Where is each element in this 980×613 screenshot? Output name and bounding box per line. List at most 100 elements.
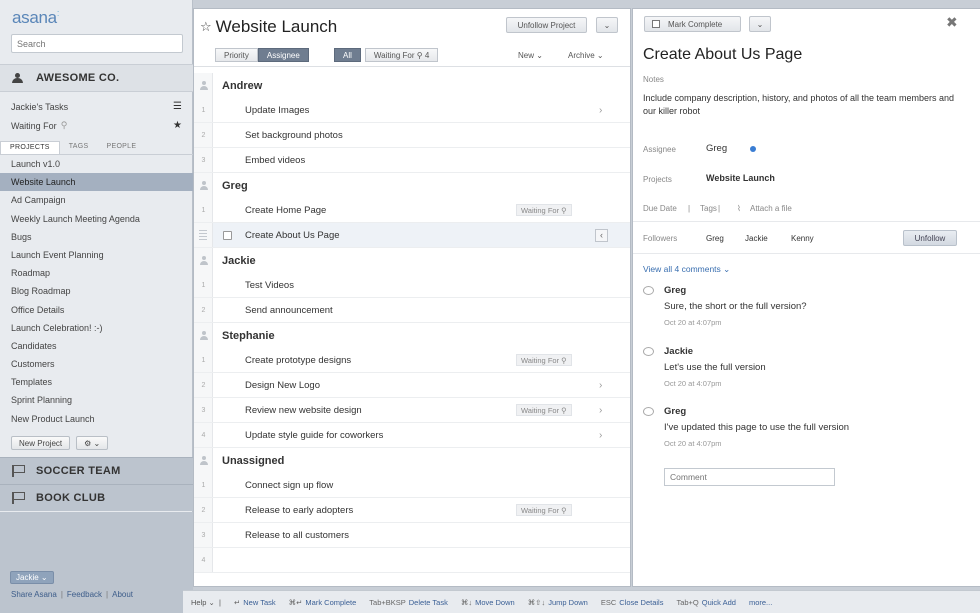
task-name[interactable]: Set background photos [245,130,343,141]
shortcut-quick-add[interactable]: Tab+Q Quick Add [676,598,736,607]
new-menu[interactable]: New ⌄ [518,48,543,62]
task-row[interactable]: 1 Create prototype designs Waiting For ⚲ [194,348,630,373]
waiting-for-badge[interactable]: Waiting For ⚲ [516,404,572,416]
task-name[interactable]: Design New Logo [245,380,320,391]
task-row[interactable]: 4 Update style guide for coworkers › [194,423,630,448]
task-row-empty[interactable]: 4 [194,548,630,573]
task-row[interactable]: 2 Set background photos [194,123,630,148]
details-menu-button[interactable]: ⌄ [749,16,771,32]
drag-handle-icon[interactable] [199,230,207,240]
sidebar-project[interactable]: Customers [0,355,193,373]
sort-assignee-button[interactable]: Assignee [257,48,309,62]
waiting-for-badge[interactable]: Waiting For ⚲ [516,204,572,216]
task-row-selected[interactable]: Create About Us Page ‹ [194,223,630,248]
sidebar-project[interactable]: Sprint Planning [0,391,193,409]
tags-field[interactable]: Tags [700,204,717,213]
workspace-header[interactable]: AWESOME CO. [0,64,193,92]
sidebar-project[interactable]: Ad Campaign [0,191,193,209]
new-project-button[interactable]: New Project [11,436,71,450]
shortcut-mark-complete[interactable]: ⌘↵ Mark Complete [289,598,357,607]
task-name[interactable]: Create prototype designs [245,355,351,366]
due-date-field[interactable]: Due Date [643,204,677,213]
chevron-right-icon[interactable]: › [599,105,602,116]
chevron-left-icon[interactable]: ‹ [595,228,608,242]
filter-waiting-button[interactable]: Waiting For ⚲ 4 [364,48,439,62]
sidebar-project[interactable]: Weekly Launch Meeting Agenda [0,210,193,228]
filter-all-button[interactable]: All [334,48,361,62]
sidebar-project[interactable]: Launch Event Planning [0,246,193,264]
sidebar-project[interactable]: Roadmap [0,264,193,282]
workspace-soccer-team[interactable]: SOCCER TEAM [0,457,193,484]
chevron-right-icon[interactable]: › [599,405,602,416]
task-row[interactable]: 1 Create Home Page Waiting For ⚲ [194,198,630,223]
task-notes[interactable]: Include company description, history, an… [643,92,963,118]
task-title[interactable]: Create About Us Page [643,46,802,64]
sidebar-project[interactable]: Launch Celebration! :-) [0,319,193,337]
task-name[interactable]: Review new website design [245,405,362,416]
sidebar-project-active[interactable]: Website Launch [0,173,193,192]
shortcut-jump-down[interactable]: ⌘⇧↓ Jump Down [528,598,588,607]
sidebar-project[interactable]: Office Details [0,301,193,319]
task-name[interactable]: Create About Us Page [245,230,340,241]
section-header[interactable]: Jackie [194,248,630,273]
waiting-for-link[interactable]: Waiting For ⚲ ★ [0,116,193,135]
chevron-right-icon[interactable]: › [599,430,602,441]
project-menu-button[interactable]: ⌄ [596,17,618,33]
star-icon[interactable]: ☆ [200,19,212,35]
shortcut-new-task[interactable]: ↵ New Task [234,598,276,607]
task-name[interactable]: Release to early adopters [245,505,353,516]
task-row[interactable]: 1 Test Videos [194,273,630,298]
comment-input[interactable] [664,468,835,486]
unfollow-project-button[interactable]: Unfollow Project [506,17,587,33]
section-header[interactable]: Unassigned [194,448,630,473]
section-header[interactable]: Andrew [194,73,630,98]
project-value[interactable]: Website Launch [706,173,775,183]
comment-author[interactable]: Jackie [664,346,693,357]
tab-projects[interactable]: PROJECTS [0,141,60,154]
help-menu[interactable]: Help ⌄ | [191,598,221,607]
task-name[interactable]: Test Videos [245,280,294,291]
comment-author[interactable]: Greg [664,285,686,296]
task-row[interactable]: 2 Send announcement [194,298,630,323]
feedback-link[interactable]: Feedback [67,590,102,599]
share-asana-link[interactable]: Share Asana [11,590,57,599]
sidebar-project[interactable]: Bugs [0,228,193,246]
comment-author[interactable]: Greg [664,406,686,417]
sort-priority-button[interactable]: Priority [215,48,258,62]
task-row[interactable]: 3 Embed videos [194,148,630,173]
section-header[interactable]: Greg [194,173,630,198]
view-all-comments-link[interactable]: View all 4 comments ⌄ [643,264,730,275]
task-row[interactable]: 1 Connect sign up flow [194,473,630,498]
unfollow-button[interactable]: Unfollow [903,230,957,246]
task-name[interactable]: Create Home Page [245,205,326,216]
sidebar-project[interactable]: Blog Roadmap [0,282,193,300]
star-icon[interactable]: ★ [173,120,182,131]
archive-menu[interactable]: Archive ⌄ [568,48,604,62]
tab-people[interactable]: PEOPLE [98,141,146,154]
assignee-value[interactable]: Greg [706,143,727,154]
waiting-for-badge[interactable]: Waiting For ⚲ [516,354,572,366]
chevron-right-icon[interactable]: › [599,380,602,391]
search-input[interactable] [11,34,183,53]
task-row[interactable]: 3 Review new website design Waiting For … [194,398,630,423]
task-name[interactable]: Embed videos [245,155,305,166]
task-checkbox[interactable] [223,230,232,240]
sidebar-project[interactable]: Launch v1.0 [0,155,193,173]
task-name[interactable]: Send announcement [245,305,333,316]
settings-dropdown-button[interactable]: ⚙ ⌄ [76,436,109,450]
task-name[interactable]: Connect sign up flow [245,480,333,491]
asana-logo[interactable]: asana: [12,8,59,28]
task-row[interactable]: 3 Release to all customers [194,523,630,548]
follower[interactable]: Kenny [791,234,814,243]
sidebar-project[interactable]: New Product Launch [0,410,193,428]
more-shortcuts-link[interactable]: more... [749,598,772,607]
shortcut-close-details[interactable]: ESC Close Details [601,598,664,607]
follower[interactable]: Jackie [745,234,768,243]
task-name[interactable]: Release to all customers [245,530,349,541]
waiting-for-badge[interactable]: Waiting For ⚲ [516,504,572,516]
task-row[interactable]: 2 Design New Logo › [194,373,630,398]
task-name[interactable]: Update Images [245,105,309,116]
task-row[interactable]: 2 Release to early adopters Waiting For … [194,498,630,523]
sidebar-project[interactable]: Templates [0,373,193,391]
follower[interactable]: Greg [706,234,724,243]
